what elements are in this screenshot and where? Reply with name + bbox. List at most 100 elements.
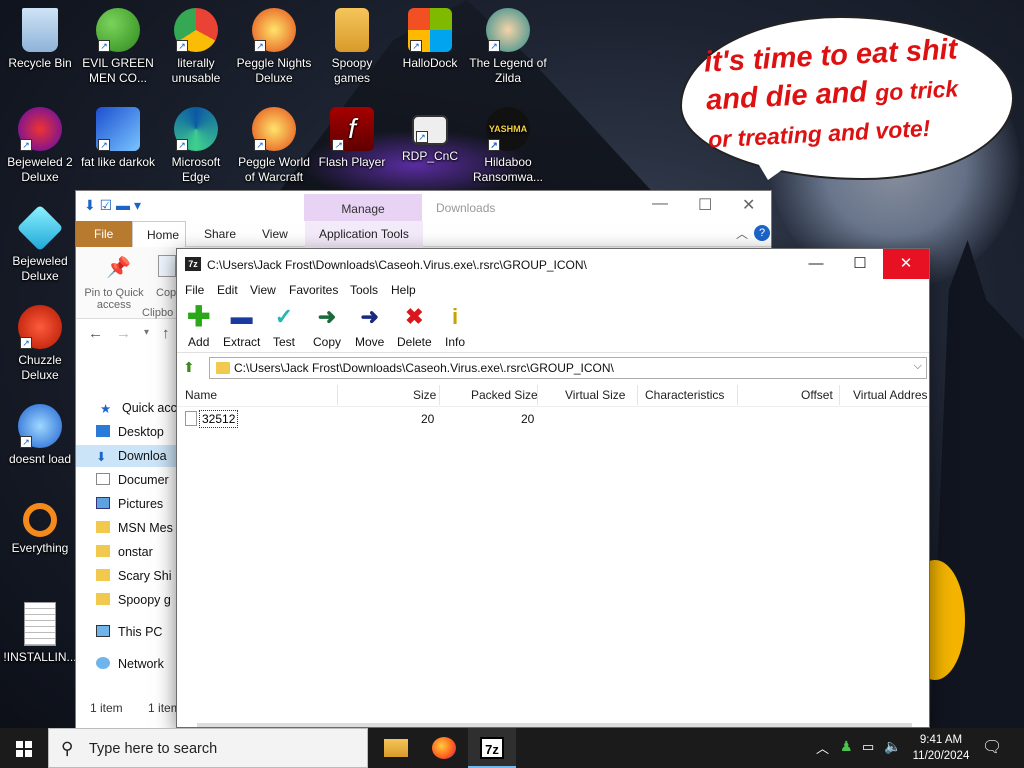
peggle-icon: ↗: [252, 107, 296, 151]
chevron-down-icon[interactable]: ⌵: [914, 360, 922, 373]
sidebar-item-documents[interactable]: Documer: [96, 473, 169, 487]
column-size[interactable]: Size: [413, 388, 436, 402]
ribbon-collapse-icon[interactable]: ︿: [736, 225, 748, 242]
x-icon: ✖: [405, 304, 424, 329]
user-tray-icon[interactable]: ♟: [840, 738, 853, 768]
explorer-titlebar[interactable]: ⬇ ☑ ▬ ▾ Manage Downloads — ☐ ✕: [76, 191, 771, 221]
table-row[interactable]: 32512 20 20: [177, 409, 929, 429]
up-folder-icon[interactable]: ⬆: [183, 359, 201, 377]
sidebar-item-quick-access[interactable]: ★ Quick acce: [100, 401, 184, 416]
taskbar-7zip[interactable]: 7z: [468, 728, 516, 768]
menu-tools[interactable]: Tools: [350, 283, 378, 297]
taskbar-firefox[interactable]: [420, 728, 468, 768]
desktop-icon-label: HalloDock: [402, 56, 458, 70]
maximize-icon[interactable]: ☐: [837, 249, 883, 279]
sidebar-item-spoopy[interactable]: Spoopy g: [96, 593, 171, 607]
desktop-icon-label: Recycle Bin: [8, 56, 72, 70]
desktop-icon-installing[interactable]: !INSTALLIN...: [0, 602, 80, 665]
forward-arrow-icon[interactable]: →: [116, 325, 131, 342]
desktop-icon-everything[interactable]: Everything: [0, 503, 80, 556]
7zip-window[interactable]: 7z C:\Users\Jack Frost\Downloads\Caseoh.…: [176, 248, 930, 728]
taskbar-search[interactable]: ⚲ Type here to search: [48, 728, 368, 768]
desktop-icon-bejeweled-deluxe[interactable]: Bejeweled Deluxe: [0, 204, 80, 284]
desktop-icon-legend-of-zilda[interactable]: ↗ The Legend of Zilda: [468, 8, 548, 86]
menu-file[interactable]: File: [185, 283, 204, 297]
tab-file[interactable]: File: [76, 221, 132, 247]
column-offset[interactable]: Offset: [801, 388, 833, 402]
copy-icon[interactable]: [158, 255, 176, 277]
info-icon: i: [451, 304, 459, 329]
column-name[interactable]: Name: [185, 388, 217, 402]
sidebar-item-downloads[interactable]: ⬇ Downloa: [76, 445, 186, 467]
column-virtual-size[interactable]: Virtual Size: [565, 388, 625, 402]
gem-icon: [16, 204, 64, 252]
recent-locations-icon[interactable]: ▾: [144, 327, 149, 338]
address-input[interactable]: C:\Users\Jack Frost\Downloads\Caseoh.Vir…: [209, 357, 927, 379]
pin-icon[interactable]: 📌: [106, 255, 131, 280]
desktop-icon-chuzzle[interactable]: ↗ Chuzzle Deluxe: [0, 305, 80, 383]
sidebar-item-desktop[interactable]: Desktop: [96, 425, 164, 439]
taskbar-file-explorer[interactable]: [372, 728, 420, 768]
minimize-icon[interactable]: —: [652, 195, 668, 213]
desktop-icon-edge[interactable]: ↗ Microsoft Edge: [156, 107, 236, 185]
sidebar-item-scary[interactable]: Scary Shi: [96, 569, 172, 583]
desktop-icon-thunderbird[interactable]: ↗ doesnt load: [0, 404, 80, 467]
desktop-icon-fat-like-darkok[interactable]: ↗ fat like darkok: [78, 107, 158, 170]
tab-view[interactable]: View: [262, 227, 288, 241]
desktop-icon-flash-player[interactable]: f ↗ Flash Player: [312, 107, 392, 170]
menu-help[interactable]: Help: [391, 283, 416, 297]
start-button[interactable]: [0, 728, 48, 768]
minimize-icon[interactable]: —: [793, 249, 839, 279]
desktop-icon-peggle-nights[interactable]: ↗ Peggle Nights Deluxe: [234, 8, 314, 86]
help-icon[interactable]: ?: [754, 225, 770, 241]
show-hidden-icons-icon[interactable]: ︿: [816, 738, 829, 768]
desktop-icon-chrome[interactable]: ↗ literally unusable: [156, 8, 236, 86]
menu-view[interactable]: View: [250, 283, 276, 297]
desktop-icon-peggle-wow[interactable]: ↗ Peggle World of Warcraft: [234, 107, 314, 185]
desktop-icon-hildaboo[interactable]: YASHMA ↗ Hildaboo Ransomwa...: [468, 107, 548, 185]
sidebar-item-msn[interactable]: MSN Mes: [96, 521, 173, 535]
delete-button[interactable]: ✖ Delete: [397, 304, 432, 350]
extract-button[interactable]: ▬ Extract: [223, 305, 260, 350]
firefox-icon: [432, 737, 456, 759]
sidebar-item-pictures[interactable]: Pictures: [96, 497, 163, 511]
desktop-icon-spoopy-games[interactable]: Spoopy games: [312, 8, 392, 86]
tab-application-tools[interactable]: Application Tools: [305, 221, 423, 247]
clock[interactable]: 9:41 AM 11/20/2024: [906, 732, 976, 764]
test-button[interactable]: ✓ Test: [273, 305, 295, 350]
menu-favorites[interactable]: Favorites: [289, 283, 338, 297]
close-icon[interactable]: ✕: [883, 249, 929, 279]
close-icon[interactable]: ✕: [742, 195, 755, 215]
tab-share[interactable]: Share: [204, 227, 236, 241]
copy-button[interactable]: Cop: [156, 287, 176, 299]
tab-home[interactable]: Home: [132, 221, 186, 247]
desktop-icon-recycle-bin[interactable]: Recycle Bin: [0, 8, 80, 71]
sidebar-item-onstar[interactable]: onstar: [96, 545, 153, 559]
7zip-titlebar[interactable]: 7z C:\Users\Jack Frost\Downloads\Caseoh.…: [177, 249, 929, 281]
desktop-icon-evil-green-men[interactable]: ↗ EVIL GREEN MEN CO...: [78, 8, 158, 86]
desktop-icon-bejeweled-2[interactable]: ↗ Bejeweled 2 Deluxe: [0, 107, 80, 185]
desktop-icon-rdp-cnc[interactable]: ↗ RDP_CnC: [390, 107, 470, 164]
notifications-icon[interactable]: 🗨: [982, 737, 1002, 768]
network-icon[interactable]: ▭: [862, 739, 874, 768]
back-arrow-icon[interactable]: ←: [88, 325, 103, 342]
volume-icon[interactable]: 🔈: [884, 738, 901, 768]
copy-button[interactable]: ➜ Copy: [313, 305, 341, 350]
info-button[interactable]: i Info: [445, 304, 465, 350]
horizontal-scrollbar[interactable]: [197, 723, 912, 727]
pin-to-quick-access-button[interactable]: Pin to Quick access: [82, 287, 146, 311]
column-packed-size[interactable]: Packed Size: [471, 388, 538, 402]
desktop-icon-hallodock[interactable]: ↗ HalloDock: [390, 8, 470, 71]
menu-edit[interactable]: Edit: [217, 283, 238, 297]
column-characteristics[interactable]: Characteristics: [645, 388, 724, 402]
quick-access-toolbar-icon[interactable]: ⬇ ☑ ▬ ▾: [84, 197, 141, 214]
add-button[interactable]: ✚ Add: [187, 303, 210, 350]
desktop-icon-label: Bejeweled 2 Deluxe: [7, 155, 73, 184]
up-arrow-icon[interactable]: ↑: [162, 325, 170, 342]
sidebar-item-this-pc[interactable]: This PC: [96, 625, 162, 639]
sidebar-item-network[interactable]: Network: [96, 657, 164, 671]
column-virtual-address[interactable]: Virtual Addres: [853, 388, 928, 402]
maximize-icon[interactable]: ☐: [698, 195, 712, 215]
manage-tab[interactable]: Manage: [304, 194, 422, 221]
move-button[interactable]: ➜ Move: [355, 305, 384, 350]
